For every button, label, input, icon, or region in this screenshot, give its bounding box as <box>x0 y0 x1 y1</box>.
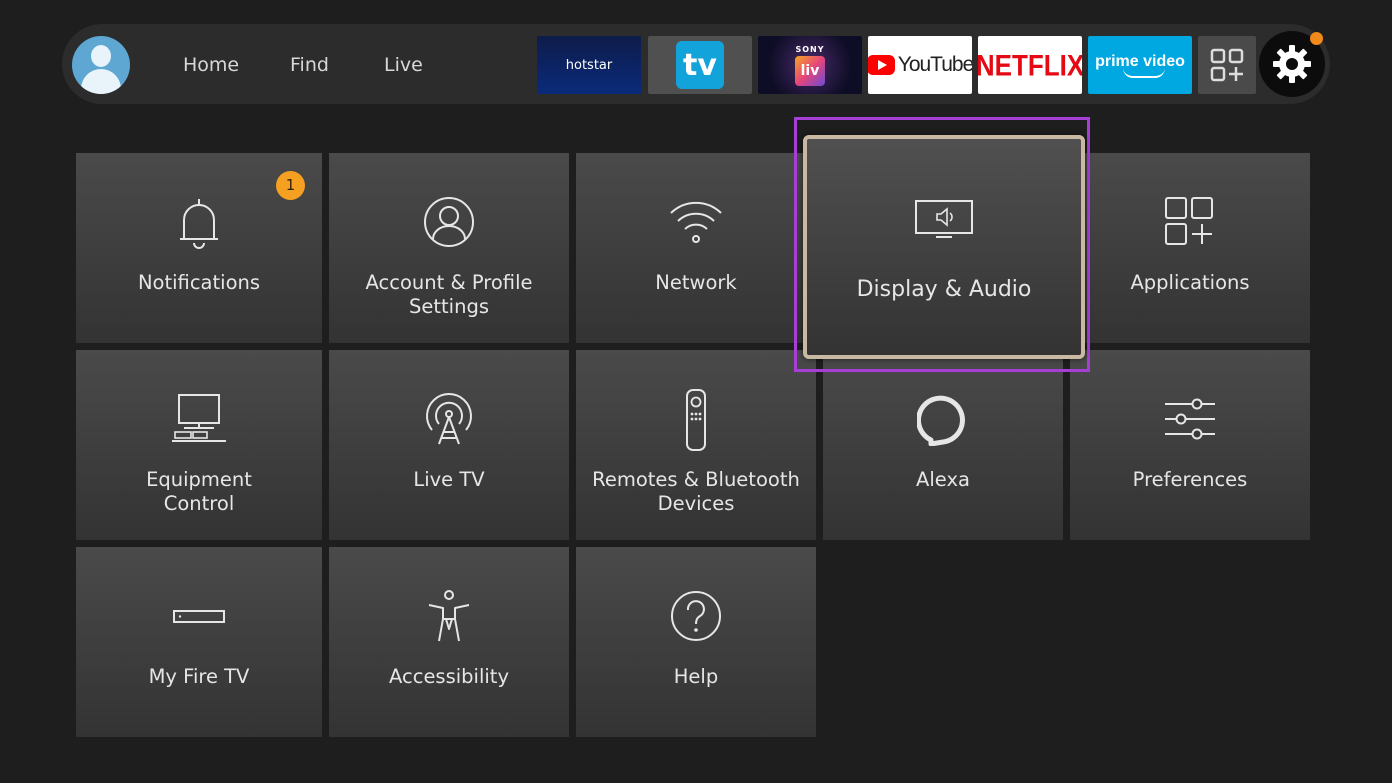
tile-equipment-control[interactable]: Equipment Control <box>76 350 322 540</box>
tile-help[interactable]: Help <box>576 547 816 737</box>
tile-label: Equipment <box>146 468 252 491</box>
tile-preferences[interactable]: Preferences <box>1070 350 1310 540</box>
help-question-icon <box>671 591 721 641</box>
nav-home[interactable]: Home <box>183 53 239 77</box>
app-prime-video[interactable]: prime video <box>1088 36 1192 94</box>
remote-control-icon <box>686 389 706 451</box>
settings-notification-dot <box>1310 32 1323 45</box>
notification-count-badge: 1 <box>276 171 305 200</box>
gear-icon <box>1273 45 1311 83</box>
tile-label: Applications <box>1130 271 1250 294</box>
tile-label: Live TV <box>413 468 485 491</box>
liv-logo: liv <box>795 55 825 86</box>
app-tv[interactable]: tv <box>648 36 752 94</box>
tile-label-line2: Settings <box>409 295 489 318</box>
broadcast-tower-icon <box>426 393 472 445</box>
tile-label: Account & Profile <box>365 271 533 294</box>
app-netflix[interactable]: NETFLIX <box>978 36 1082 94</box>
tile-applications[interactable]: Applications <box>1070 153 1310 343</box>
avatar-head <box>91 45 111 67</box>
apps-grid-icon <box>1210 48 1244 82</box>
tile-label: Notifications <box>137 271 261 294</box>
applications-grid-icon <box>1165 197 1213 245</box>
tile-label-line2: Devices <box>657 492 735 515</box>
tile-alexa[interactable]: Alexa <box>823 350 1063 540</box>
tile-label: Alexa <box>916 468 970 491</box>
nav-find[interactable]: Find <box>290 53 329 77</box>
avatar-body <box>81 69 121 94</box>
app-youtube[interactable]: YouTube <box>868 36 972 94</box>
fire-tv-device-icon <box>173 610 225 623</box>
profile-avatar[interactable] <box>72 36 130 94</box>
sliders-icon <box>1165 398 1215 440</box>
app-hotstar[interactable]: hotstar <box>537 36 641 94</box>
accessibility-person-icon <box>428 590 470 642</box>
tile-label: Help <box>673 665 719 688</box>
tile-label: Remotes & Bluetooth <box>592 468 800 491</box>
sony-text: SONY <box>795 44 825 54</box>
tile-account-profile-settings[interactable]: Account & Profile Settings <box>329 153 569 343</box>
tv-equipment-icon <box>172 394 226 442</box>
tv-logo: tv <box>676 41 724 89</box>
tile-live-tv[interactable]: Live TV <box>329 350 569 540</box>
tile-accessibility[interactable]: Accessibility <box>329 547 569 737</box>
tile-label-line2: Control <box>163 492 235 515</box>
prime-smile-icon <box>1123 68 1165 78</box>
youtube-logo-text: YouTube <box>897 53 972 76</box>
tile-label: Network <box>655 271 737 294</box>
user-profile-icon <box>424 197 474 247</box>
tile-network[interactable]: Network <box>576 153 816 343</box>
hotstar-logo-text: hotstar <box>565 57 613 73</box>
netflix-logo-text: NETFLIX <box>978 47 1082 82</box>
youtube-play-icon <box>868 55 895 75</box>
tile-label: My Fire TV <box>148 665 250 688</box>
display-audio-icon <box>915 200 973 238</box>
bell-icon <box>180 199 218 249</box>
nav-live[interactable]: Live <box>384 53 423 77</box>
tile-label: Preferences <box>1132 468 1248 491</box>
tile-label: Accessibility <box>389 665 509 688</box>
app-sonyliv[interactable]: SONY liv <box>758 36 862 94</box>
tile-label: Display & Audio <box>856 277 1032 302</box>
tile-remotes-bluetooth-devices[interactable]: Remotes & Bluetooth Devices <box>576 350 816 540</box>
wifi-icon <box>670 201 722 243</box>
tile-display-audio[interactable]: Display & Audio <box>803 135 1085 359</box>
tile-my-fire-tv[interactable]: My Fire TV <box>76 547 322 737</box>
all-apps-button[interactable] <box>1198 36 1256 94</box>
alexa-icon <box>917 395 965 446</box>
